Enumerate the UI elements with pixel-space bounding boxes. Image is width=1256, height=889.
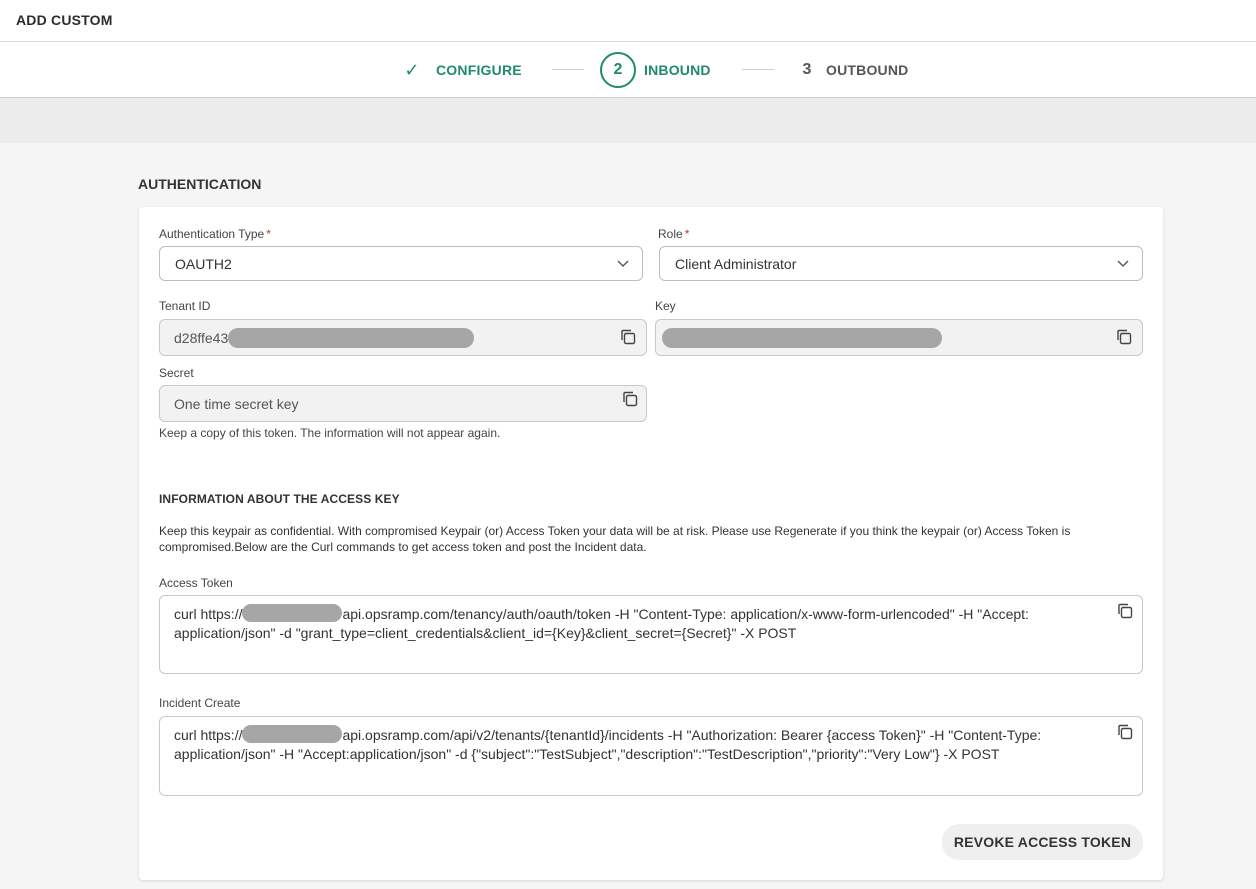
- copy-icon[interactable]: [1116, 602, 1134, 620]
- step-configure[interactable]: ✓ CONFIGURE: [402, 42, 522, 98]
- role-label-text: Role: [658, 227, 683, 241]
- chevron-down-icon: [1117, 260, 1129, 267]
- auth-type-label: Authentication Type *: [159, 227, 271, 241]
- copy-icon[interactable]: [1116, 723, 1134, 741]
- info-title: INFORMATION ABOUT THE ACCESS KEY: [159, 492, 400, 506]
- redaction: [242, 604, 343, 622]
- page-title: ADD CUSTOM: [16, 12, 113, 28]
- step-outbound[interactable]: 3 OUTBOUND: [800, 42, 908, 98]
- step-inbound-label: INBOUND: [644, 62, 711, 78]
- step-connector: [742, 69, 774, 70]
- role-label: Role *: [658, 227, 689, 241]
- key-label: Key: [655, 299, 676, 313]
- incident-create-command: curl https://api.opsramp.com/api/v2/tena…: [174, 725, 1094, 764]
- incident-create-label: Incident Create: [159, 696, 241, 710]
- step-inbound-number: 2: [600, 52, 636, 88]
- step-outbound-label: OUTBOUND: [826, 62, 909, 78]
- secret-placeholder: One time secret key: [174, 395, 299, 412]
- tenant-id-label: Tenant ID: [159, 299, 211, 313]
- copy-icon[interactable]: [1115, 328, 1133, 346]
- check-icon: ✓: [404, 59, 420, 80]
- step-connector: [552, 69, 584, 70]
- header-band: [0, 98, 1256, 143]
- step-inbound[interactable]: 2 INBOUND: [600, 42, 711, 98]
- access-token-box[interactable]: curl https://api.opsramp.com/tenancy/aut…: [159, 595, 1143, 674]
- copy-icon[interactable]: [621, 390, 639, 408]
- command-prefix: curl https://: [174, 727, 243, 743]
- step-configure-label: CONFIGURE: [436, 62, 522, 78]
- tenant-id-value: d28ffe43: [174, 329, 229, 346]
- section-title: AUTHENTICATION: [138, 176, 262, 192]
- secret-field[interactable]: One time secret key: [159, 385, 647, 422]
- role-value: Client Administrator: [675, 255, 797, 272]
- redaction: [662, 328, 942, 348]
- access-token-label: Access Token: [159, 576, 233, 590]
- auth-type-label-text: Authentication Type: [159, 227, 265, 241]
- auth-type-select[interactable]: OAUTH2: [159, 246, 643, 281]
- access-token-command: curl https://api.opsramp.com/tenancy/aut…: [174, 604, 1094, 643]
- required-marker: *: [266, 227, 271, 241]
- info-text: Keep this keypair as confidential. With …: [159, 524, 1071, 554]
- redaction: [228, 328, 474, 348]
- auth-type-value: OAUTH2: [175, 255, 232, 272]
- required-marker: *: [684, 227, 690, 241]
- chevron-down-icon: [617, 260, 629, 267]
- revoke-access-token-button[interactable]: REVOKE ACCESS TOKEN: [942, 824, 1143, 859]
- step-outbound-number: 3: [802, 61, 812, 78]
- top-bar: ADD CUSTOM: [0, 0, 1256, 42]
- secret-label: Secret: [159, 366, 194, 380]
- redaction: [242, 725, 343, 743]
- command-prefix: curl https://: [174, 606, 243, 622]
- role-select[interactable]: Client Administrator: [659, 246, 1143, 281]
- wizard-stepper: ✓ CONFIGURE 2 INBOUND 3 OUTBOUND: [0, 42, 1256, 98]
- incident-create-box[interactable]: curl https://api.opsramp.com/api/v2/tena…: [159, 716, 1143, 796]
- copy-icon[interactable]: [619, 328, 637, 346]
- tenant-id-field[interactable]: d28ffe43: [159, 319, 647, 356]
- authentication-card: Authentication Type * OAUTH2 Role * Client…: [139, 207, 1163, 880]
- secret-hint: Keep a copy of this token. The informati…: [159, 426, 501, 440]
- key-field[interactable]: [655, 319, 1143, 356]
